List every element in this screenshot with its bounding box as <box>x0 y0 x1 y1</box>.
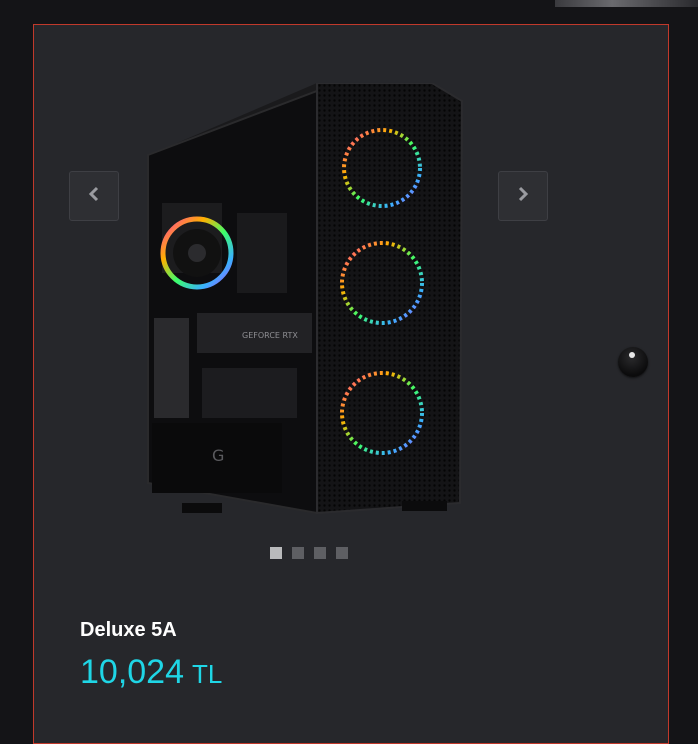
slide-dot-3[interactable] <box>314 547 326 559</box>
background-image-strip <box>555 0 698 7</box>
slide-dot-1[interactable] <box>270 547 282 559</box>
slide-dot-4[interactable] <box>336 547 348 559</box>
product-card[interactable]: GEFORCE RTX G Deluxe 5A 10,024 TL <box>33 24 669 744</box>
product-price: 10,024 TL <box>80 653 222 692</box>
chevron-right-icon <box>517 186 529 207</box>
next-slide-button[interactable] <box>498 171 548 221</box>
product-image[interactable]: GEFORCE RTX G <box>142 83 468 523</box>
chevron-left-icon <box>88 186 100 207</box>
svg-text:GEFORCE RTX: GEFORCE RTX <box>242 331 298 340</box>
prev-slide-button[interactable] <box>69 171 119 221</box>
slide-indicators <box>270 547 348 559</box>
price-currency: TL <box>192 659 223 689</box>
cursor-knob-icon <box>618 347 648 377</box>
product-name[interactable]: Deluxe 5A <box>80 619 177 642</box>
price-amount: 10,024 <box>80 653 184 691</box>
svg-text:G: G <box>212 446 224 465</box>
slide-dot-2[interactable] <box>292 547 304 559</box>
product-gallery: GEFORCE RTX G <box>34 25 668 585</box>
